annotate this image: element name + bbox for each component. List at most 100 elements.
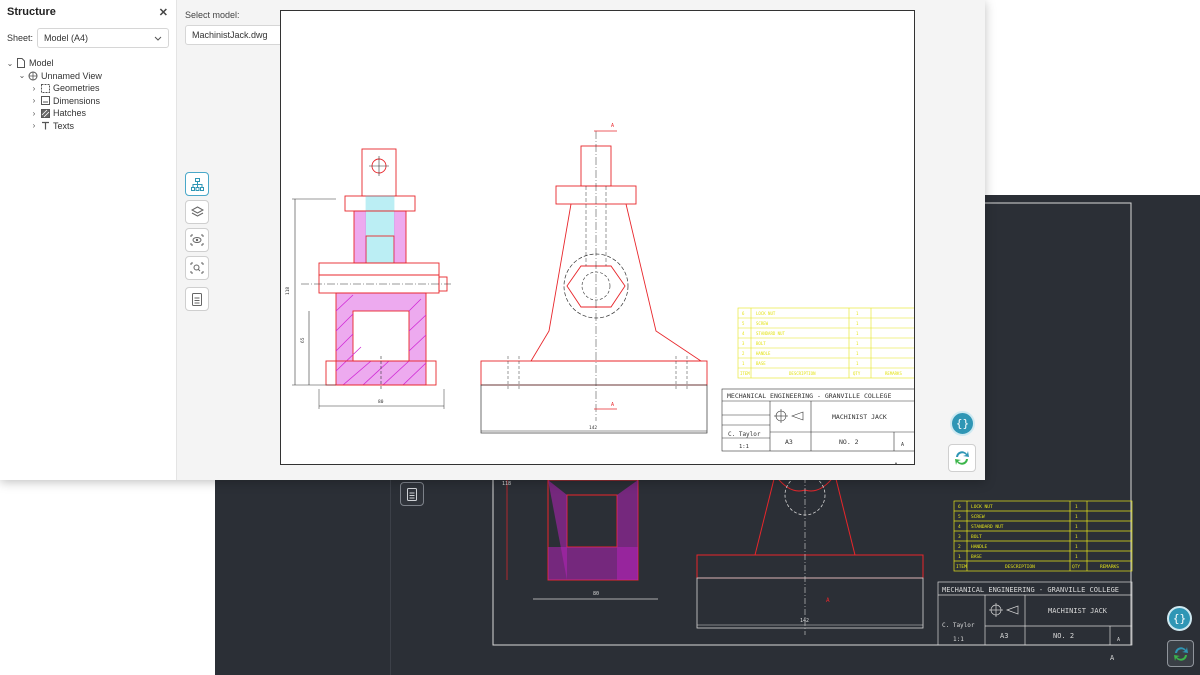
college-title: MECHANICAL ENGINEERING - GRANVILLE COLLE… xyxy=(727,392,891,400)
geometries-icon xyxy=(39,83,51,93)
svg-text:SCREW: SCREW xyxy=(971,514,985,520)
revision: A xyxy=(901,442,904,448)
svg-text:5: 5 xyxy=(958,514,961,520)
svg-text:DESCRIPTION: DESCRIPTION xyxy=(789,371,816,376)
svg-text:1: 1 xyxy=(856,321,859,326)
tree-item-dimensions[interactable]: › Dimensions xyxy=(0,95,176,108)
sheet-zone-label: A xyxy=(894,461,898,464)
svg-text:4: 4 xyxy=(958,524,961,530)
svg-text:BOLT: BOLT xyxy=(971,534,982,540)
close-icon[interactable]: ✕ xyxy=(159,6,168,19)
tree-item-hatches[interactable]: › Hatches xyxy=(0,107,176,120)
sync-icon xyxy=(1173,646,1188,661)
light-theme-viewer: Structure ✕ Sheet: Model (A4) ⌄ Model ⌄ xyxy=(0,0,985,480)
svg-text:6: 6 xyxy=(958,504,961,510)
svg-text:BOLT: BOLT xyxy=(756,341,766,346)
sync-icon xyxy=(955,451,969,465)
chevron-right-icon[interactable]: › xyxy=(29,121,39,130)
chevron-down-icon[interactable]: ⌄ xyxy=(5,59,15,68)
svg-text:LOCK NUT: LOCK NUT xyxy=(756,311,776,316)
dim-142-label: 142 xyxy=(800,618,809,624)
layers-tool-button[interactable] xyxy=(185,200,209,224)
svg-text:BASE: BASE xyxy=(756,361,766,366)
svg-text:STANDARD NUT: STANDARD NUT xyxy=(971,524,1004,530)
dim-118-label: 118 xyxy=(502,481,511,487)
svg-text:C. Taylor: C. Taylor xyxy=(942,622,975,629)
panel-title: Structure xyxy=(7,6,56,18)
svg-text:A3: A3 xyxy=(1000,632,1008,640)
svg-text:1: 1 xyxy=(1075,504,1078,510)
tree-item-label: Unnamed View xyxy=(41,70,102,81)
svg-text:STANDARD NUT: STANDARD NUT xyxy=(756,331,785,336)
dark-sync-button[interactable] xyxy=(1167,640,1194,667)
select-model-label: Select model: xyxy=(185,10,240,20)
chevron-right-icon[interactable]: › xyxy=(29,96,39,105)
svg-text:1: 1 xyxy=(856,361,859,366)
document-icon xyxy=(407,487,417,501)
tree-item-label: Texts xyxy=(53,120,75,131)
svg-text:1: 1 xyxy=(958,554,961,560)
dim-80-label: 80 xyxy=(378,399,384,405)
svg-text:3: 3 xyxy=(742,341,745,346)
scale-value: 1:1 xyxy=(739,444,749,450)
svg-text:1: 1 xyxy=(1075,534,1078,540)
tree-item-label: Hatches xyxy=(53,108,87,119)
document-tool-button[interactable] xyxy=(185,287,209,311)
chevron-down-icon[interactable]: ⌄ xyxy=(17,71,27,80)
dark-json-badge[interactable]: {} xyxy=(1167,606,1192,631)
app-screenshot: 80 118 142 A 6 LOCK NUT 1 5 SCREW 1 4 ST… xyxy=(0,0,1200,675)
dark-parts-list-text: 6 LOCK NUT 1 5 SCREW 1 4 STANDARD NUT 1 3 BOLT 1… xyxy=(956,504,1119,570)
dim-118-label: 118 xyxy=(285,287,291,295)
model-select-value: MachinistJack.dwg xyxy=(192,30,268,40)
tree-item-label: Dimensions xyxy=(53,95,101,106)
chevron-right-icon[interactable]: › xyxy=(29,84,39,93)
dark-document-button[interactable] xyxy=(400,482,424,506)
svg-text:3: 3 xyxy=(958,534,961,540)
sync-button[interactable] xyxy=(948,444,976,472)
tree-item-label: Model xyxy=(29,58,54,69)
json-badge[interactable]: {} xyxy=(950,411,975,436)
sheet-select[interactable]: Model (A4) xyxy=(37,28,169,48)
structure-panel: Structure ✕ Sheet: Model (A4) ⌄ Model ⌄ xyxy=(0,0,177,480)
drawing-sheet[interactable]: 80 118 65 142 A A 6 LOCK NUT 1 5 SCREW 1… xyxy=(280,10,916,469)
sheet-select-value: Model (A4) xyxy=(44,33,89,43)
svg-text:MACHINIST JACK: MACHINIST JACK xyxy=(1048,607,1108,615)
svg-text:MECHANICAL ENGINEERING - GRANV: MECHANICAL ENGINEERING - GRANVILLE COLLE… xyxy=(942,586,1119,594)
svg-text:1: 1 xyxy=(856,331,859,336)
sheet-size: A3 xyxy=(785,438,793,446)
svg-text:QTY: QTY xyxy=(853,371,861,376)
structure-tree: ⌄ Model ⌄ Unnamed View › Geometries › Di… xyxy=(0,57,176,132)
parts-list-text: 6 LOCK NUT 1 5 SCREW 1 4 STANDARD NUT 1 3 BOLT 1… xyxy=(740,311,902,376)
svg-text:QTY: QTY xyxy=(1072,564,1080,570)
svg-text:ITEM: ITEM xyxy=(740,371,750,376)
tree-item-model[interactable]: ⌄ Model xyxy=(0,57,176,70)
svg-text:REMARKS: REMARKS xyxy=(885,371,902,376)
svg-text:1: 1 xyxy=(856,351,859,356)
structure-icon xyxy=(190,177,204,191)
svg-text:LOCK NUT: LOCK NUT xyxy=(971,504,993,510)
svg-text:4: 4 xyxy=(742,331,745,336)
visibility-tool-button[interactable] xyxy=(185,228,209,252)
svg-text:HANDLE: HANDLE xyxy=(971,544,988,550)
svg-text:2: 2 xyxy=(958,544,961,550)
section-marker-bottom: A xyxy=(611,402,614,408)
chevron-right-icon[interactable]: › xyxy=(29,109,39,118)
json-icon: {} xyxy=(955,417,970,430)
tree-item-texts[interactable]: › Texts xyxy=(0,120,176,133)
hatches-icon xyxy=(39,108,51,118)
svg-text:2: 2 xyxy=(742,351,745,356)
tree-item-geometries[interactable]: › Geometries xyxy=(0,82,176,95)
dimensions-icon xyxy=(39,96,51,106)
dim-80-label: 80 xyxy=(593,591,599,597)
tree-item-label: Geometries xyxy=(53,83,100,94)
structure-tool-button[interactable] xyxy=(185,172,209,196)
zoom-extents-tool-button[interactable] xyxy=(185,256,209,280)
checked-by: C. Taylor xyxy=(728,431,761,438)
svg-text:A: A xyxy=(1117,637,1120,643)
svg-text:A: A xyxy=(1110,654,1115,662)
tree-item-view[interactable]: ⌄ Unnamed View xyxy=(0,70,176,83)
section-marker-label: A xyxy=(826,597,830,604)
light-drawing-canvas[interactable]: 80 118 65 142 A A 6 LOCK NUT 1 5 SCREW 1… xyxy=(281,11,916,469)
svg-text:1: 1 xyxy=(856,311,859,316)
json-icon: {} xyxy=(1172,612,1187,625)
